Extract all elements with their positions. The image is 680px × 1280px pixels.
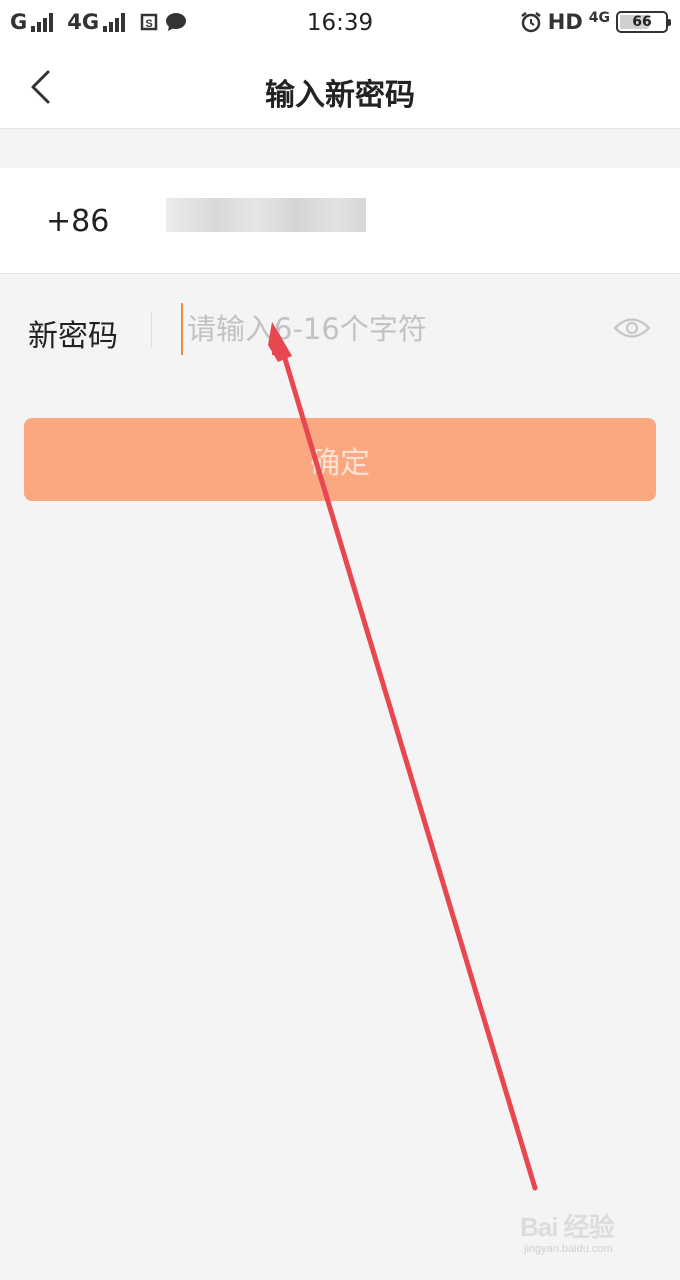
phone-number-redacted: [166, 198, 366, 232]
hd-label: HD: [547, 10, 583, 34]
password-label: 新密码: [28, 319, 118, 354]
battery-level: 66: [632, 14, 652, 30]
baidu-watermark: Bai 经验 jingyan.baidu.com: [520, 1205, 670, 1265]
password-visibility-toggle[interactable]: [612, 313, 652, 343]
watermark-logo: Bai 经验: [520, 1212, 615, 1242]
battery-icon: 66: [616, 11, 671, 33]
divider: [151, 311, 152, 347]
confirm-button[interactable]: 确定: [24, 418, 656, 501]
phone-row: +86: [0, 168, 680, 274]
nav-bar: 输入新密码: [0, 48, 680, 129]
country-code: +86: [46, 204, 110, 239]
watermark-url: jingyan.baidu.com: [524, 1243, 613, 1255]
status-bar: G 4G S 16:39 HD 4G 66: [0, 0, 680, 48]
eye-icon: [613, 318, 651, 338]
page-title: 输入新密码: [265, 78, 415, 113]
network-type-label: 4G: [588, 10, 610, 26]
alarm-icon: [521, 12, 541, 33]
status-right-group: HD 4G 66: [514, 10, 671, 34]
password-input[interactable]: [181, 303, 601, 355]
password-row: 新密码: [0, 275, 680, 385]
